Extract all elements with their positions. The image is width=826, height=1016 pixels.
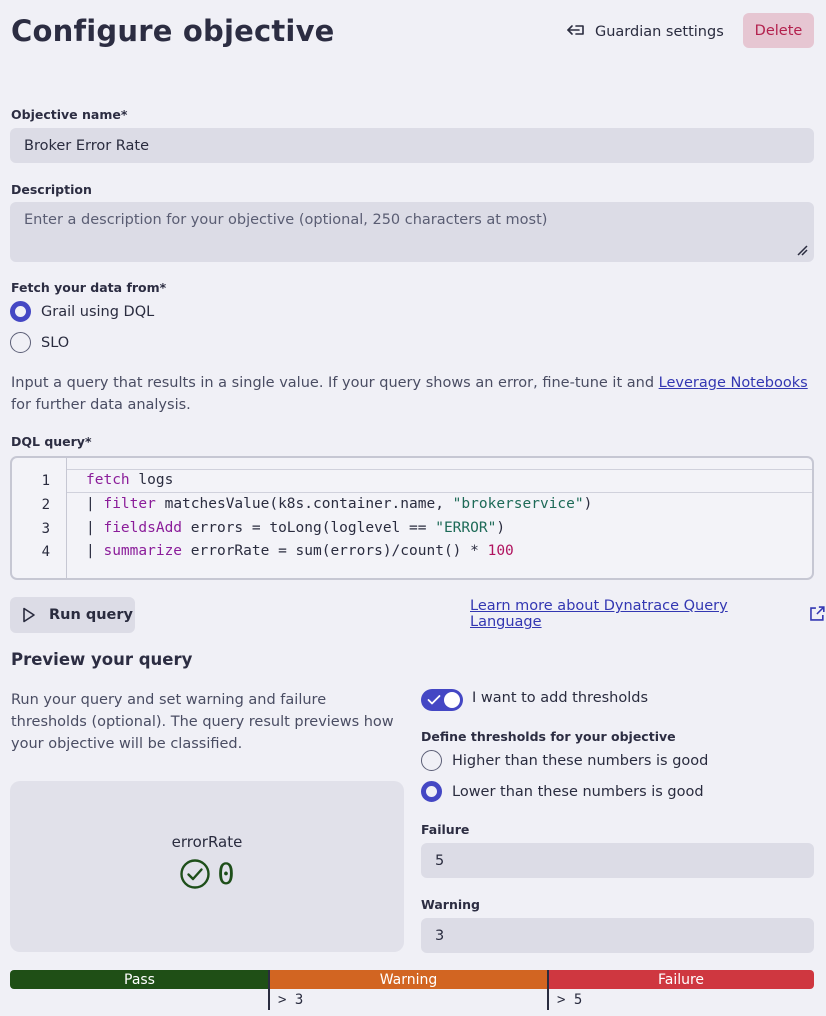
description-label: Description xyxy=(11,182,92,197)
code-text: errors = toLong(loglevel == xyxy=(182,520,436,536)
leverage-notebooks-link[interactable]: Leverage Notebooks xyxy=(659,375,808,391)
code-line-4: | summarize errorRate = sum(errors)/coun… xyxy=(86,543,514,559)
active-line-highlight xyxy=(67,469,812,493)
scale-failure-segment: Failure xyxy=(548,970,814,989)
line-number: 4 xyxy=(41,544,50,560)
code-string: "brokerservice" xyxy=(452,496,584,512)
warning-tick-label: > 3 xyxy=(278,992,304,1008)
line-number: 3 xyxy=(41,521,50,537)
fetch-data-label: Fetch your data from* xyxy=(11,280,167,295)
failure-threshold-input[interactable]: 5 xyxy=(421,843,814,878)
code-line-3: | fieldsAdd errors = toLong(loglevel == … xyxy=(86,520,505,536)
code-keyword: fieldsAdd xyxy=(103,520,183,536)
failure-label: Failure xyxy=(421,822,470,837)
scale-pass-segment: Pass xyxy=(10,970,269,989)
metric-name: errorRate xyxy=(171,833,243,851)
code-number: 100 xyxy=(487,543,514,559)
code-keyword: filter xyxy=(103,496,156,512)
external-link-icon xyxy=(810,606,825,621)
help-text-end: for further data analysis. xyxy=(11,397,191,413)
radio-grail-dql[interactable]: Grail using DQL xyxy=(10,301,154,322)
radio-label: Lower than these numbers is good xyxy=(452,783,704,800)
back-arrow-icon xyxy=(566,22,586,42)
editor-gutter: 1 2 3 4 xyxy=(12,458,67,578)
run-query-button[interactable]: Run query xyxy=(10,597,135,633)
radio-button[interactable] xyxy=(421,781,442,802)
code-text: errorRate = sum(errors)/count() * xyxy=(182,543,488,559)
code-text: logs xyxy=(129,472,174,488)
preview-description: Run your query and set warning and failu… xyxy=(11,692,394,752)
query-help-text: Input a query that results in a single v… xyxy=(11,372,811,416)
guardian-settings-label: Guardian settings xyxy=(595,24,724,40)
line-number: 2 xyxy=(41,497,50,513)
run-query-label: Run query xyxy=(49,607,133,623)
failure-tick-label: > 5 xyxy=(557,992,583,1008)
code-text: ) xyxy=(583,496,593,512)
radio-higher-is-good[interactable]: Higher than these numbers is good xyxy=(421,750,708,771)
warning-label: Warning xyxy=(421,897,480,912)
check-circle-icon xyxy=(180,859,210,889)
failure-threshold-tick xyxy=(547,970,549,1010)
check-icon xyxy=(427,695,441,705)
preview-result-card: errorRate 0 xyxy=(10,781,404,952)
preview-section-title: Preview your query xyxy=(11,650,193,669)
guardian-settings-button[interactable]: Guardian settings xyxy=(566,16,724,48)
radio-label: SLO xyxy=(41,334,70,351)
description-textarea[interactable]: Enter a description for your objective (… xyxy=(10,202,814,262)
line-number: 1 xyxy=(41,473,50,489)
code-line-2: | filter matchesValue(k8s.container.name… xyxy=(86,496,592,512)
objective-name-label: Objective name* xyxy=(11,107,128,122)
radio-label: Grail using DQL xyxy=(41,303,155,320)
dql-editor[interactable]: 1 2 3 4 fetch logs | filter matchesValue… xyxy=(10,456,814,580)
play-icon xyxy=(23,607,35,623)
radio-lower-is-good[interactable]: Lower than these numbers is good xyxy=(421,781,704,802)
toggle-knob xyxy=(444,692,460,708)
define-thresholds-label: Define thresholds for your objective xyxy=(421,729,676,744)
scale-warning-segment: Warning xyxy=(269,970,548,989)
help-text-start: Input a query that results in a single v… xyxy=(11,375,659,391)
radio-label: Higher than these numbers is good xyxy=(452,752,709,769)
code-string: "ERROR" xyxy=(435,520,497,536)
radio-slo[interactable]: SLO xyxy=(10,332,69,353)
code-text: matchesValue(k8s.container.name, xyxy=(155,496,453,512)
learn-more-dql-link[interactable]: Learn more about Dynatrace Query Languag… xyxy=(470,598,826,630)
radio-button[interactable] xyxy=(421,750,442,771)
learn-more-label: Learn more about Dynatrace Query Languag… xyxy=(470,598,728,630)
metric-result: 0 xyxy=(10,857,404,891)
warning-threshold-tick xyxy=(268,970,270,1010)
thresholds-toggle-label: I want to add thresholds xyxy=(472,690,649,706)
radio-button[interactable] xyxy=(10,301,31,322)
description-placeholder: Enter a description for your objective (… xyxy=(24,212,548,228)
dql-query-label: DQL query* xyxy=(11,434,92,449)
resize-handle-icon[interactable] xyxy=(796,244,808,256)
thresholds-toggle[interactable] xyxy=(421,689,463,711)
code-line-1: fetch logs xyxy=(86,472,173,488)
code-pipe: | xyxy=(86,543,104,559)
warning-threshold-input[interactable]: 3 xyxy=(421,918,814,953)
code-keyword: summarize xyxy=(103,543,183,559)
code-keyword: fetch xyxy=(86,472,130,488)
metric-value: 0 xyxy=(217,857,235,891)
delete-button[interactable]: Delete xyxy=(743,13,814,48)
code-pipe: | xyxy=(86,496,104,512)
page-title: Configure objective xyxy=(11,14,335,48)
code-pipe: | xyxy=(86,520,104,536)
radio-button[interactable] xyxy=(10,332,31,353)
objective-name-input[interactable]: Broker Error Rate xyxy=(10,128,814,163)
code-text: ) xyxy=(496,520,506,536)
